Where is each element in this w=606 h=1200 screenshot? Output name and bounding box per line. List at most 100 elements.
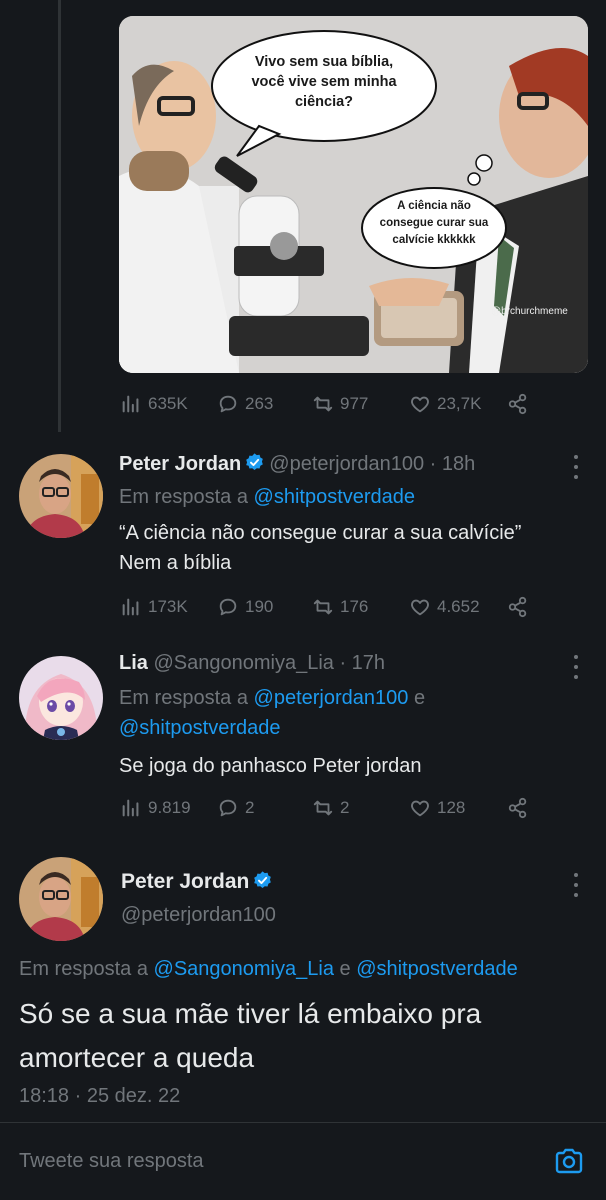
reply-button[interactable]: 263	[217, 393, 312, 415]
reply2-reply-conj: e	[413, 687, 426, 709]
reply2-header: Lia @Sangonomiya_Lia · 17h	[119, 652, 385, 675]
reply2-mention-2[interactable]: @shitpostverdade	[119, 713, 425, 743]
main-tweet-name[interactable]: Peter Jordan	[121, 870, 277, 894]
reply-icon	[219, 598, 237, 616]
reply2-reply-to: Em resposta a @peterjordan100 e @shitpos…	[119, 683, 425, 743]
views-count: 9.819	[148, 798, 191, 817]
camera-icon[interactable]	[553, 1145, 585, 1177]
reply-icon	[219, 395, 237, 413]
tweet-actions: 9.819 2 2 128	[120, 793, 540, 823]
bubble-thought-line-3: calvície kkkkkk	[392, 234, 476, 246]
reply1-text-line-1: “A ciência não consegue curar a sua calv…	[119, 522, 522, 544]
reply1-reply-to: Em resposta a @shitpostverdade	[119, 482, 415, 512]
more-icon[interactable]	[566, 455, 586, 479]
thread-line	[58, 0, 61, 432]
reply1-handle[interactable]: @peterjordan100	[269, 453, 424, 475]
like-icon	[411, 800, 429, 817]
verified-icon	[246, 453, 264, 470]
like-count: 128	[437, 798, 466, 817]
avatar-peter-jordan[interactable]	[19, 857, 103, 941]
share-icon	[508, 797, 527, 819]
main-tweet-timestamp[interactable]: 18:18 · 25 dez. 22	[19, 1085, 180, 1108]
reply-count: 2	[245, 798, 255, 817]
reply-button[interactable]: 2	[217, 797, 312, 819]
share-icon	[508, 596, 527, 618]
like-button[interactable]: 23,7K	[409, 393, 507, 415]
retweet-icon	[313, 396, 333, 412]
retweet-icon	[313, 599, 333, 615]
bubble-thought-line-1: A ciência não	[397, 200, 471, 212]
retweet-button[interactable]: 176	[312, 596, 409, 618]
main-tweet-reply-to: Em resposta a @Sangonomiya_Lia e @shitpo…	[19, 958, 518, 981]
main-reply-conj: e	[339, 958, 351, 980]
like-button[interactable]: 128	[409, 797, 507, 819]
tweet-actions: 173K 190 176 4.652	[120, 592, 540, 622]
reply1-reply-prefix: Em resposta a	[119, 486, 248, 508]
share-button[interactable]	[507, 797, 529, 819]
like-count: 23,7K	[437, 394, 482, 413]
like-count: 4.652	[437, 597, 480, 616]
reply-input[interactable]	[19, 1150, 499, 1173]
main-tweet-time: 18:18	[19, 1085, 70, 1107]
retweet-count: 977	[340, 394, 369, 413]
reply1-mention[interactable]: @shitpostverdade	[254, 486, 416, 508]
main-mention-1[interactable]: @Sangonomiya_Lia	[154, 958, 334, 980]
retweet-icon	[313, 800, 333, 816]
verified-icon	[254, 871, 272, 888]
reply1-time[interactable]: 18h	[442, 453, 475, 475]
main-tweet-date: 25 dez. 22	[86, 1085, 181, 1107]
reply1-text-line-2: Nem a bíblia	[119, 552, 232, 574]
more-icon[interactable]	[566, 873, 586, 897]
bubble-main-line-2: você vive sem minha	[251, 74, 397, 90]
reply-count: 263	[245, 394, 274, 413]
views-icon	[122, 395, 139, 413]
views-button[interactable]: 9.819	[120, 797, 217, 819]
main-mention-2[interactable]: @shitpostverdade	[356, 958, 518, 980]
reply-composer	[0, 1123, 606, 1200]
reply2-time[interactable]: 17h	[352, 652, 385, 674]
reply2-handle[interactable]: @Sangonomiya_Lia	[153, 652, 333, 674]
tweet-actions: 635K 263 977 23,7K	[120, 389, 540, 419]
share-button[interactable]	[507, 393, 529, 415]
main-tweet-name-text[interactable]: Peter Jordan	[121, 870, 249, 893]
main-tweet-time-sep: ·	[69, 1085, 87, 1107]
image-watermark: @brchurchmeme	[491, 306, 568, 317]
bubble-main-line-3: ciência?	[295, 94, 353, 110]
main-tweet-text: Só se a sua mãe tiver lá embaixo pra amo…	[19, 998, 482, 1073]
avatar-lia[interactable]	[19, 656, 103, 740]
like-icon	[411, 599, 429, 616]
reply2-mention-1[interactable]: @peterjordan100	[254, 687, 409, 709]
views-count: 635K	[148, 394, 188, 413]
reply2-reply-prefix: Em resposta a	[119, 687, 248, 709]
reply-button[interactable]: 190	[217, 596, 312, 618]
views-icon	[122, 598, 139, 616]
bubble-main-line-1: Vivo sem sua bíblia,	[255, 54, 393, 70]
share-button[interactable]	[507, 596, 529, 618]
reply1-header: Peter Jordan @peterjordan100 · 18h	[119, 452, 475, 476]
tweet-media-image[interactable]: Vivo sem sua bíblia, você vive sem minha…	[119, 16, 588, 373]
reply-count: 190	[245, 597, 274, 616]
retweet-button[interactable]: 2	[312, 797, 409, 819]
reply-icon	[219, 799, 237, 817]
avatar-peter-jordan[interactable]	[19, 454, 103, 538]
like-button[interactable]: 4.652	[409, 596, 507, 618]
reply1-separator: ·	[424, 453, 442, 475]
more-icon[interactable]	[566, 655, 586, 679]
like-icon	[411, 396, 429, 413]
reply1-text: “A ciência não consegue curar a sua calv…	[119, 518, 521, 578]
main-tweet-handle[interactable]: @peterjordan100	[121, 904, 276, 927]
main-reply-prefix: Em resposta a	[19, 958, 148, 980]
reply2-text: Se joga do panhasco Peter jordan	[119, 755, 422, 777]
reply2-name[interactable]: Lia	[119, 652, 148, 674]
views-count: 173K	[148, 597, 188, 616]
reply1-name[interactable]: Peter Jordan	[119, 453, 241, 475]
views-button[interactable]: 635K	[120, 393, 217, 415]
retweet-count: 176	[340, 597, 369, 616]
views-button[interactable]: 173K	[120, 596, 217, 618]
share-icon	[508, 393, 527, 415]
views-icon	[122, 799, 139, 817]
retweet-count: 2	[340, 798, 350, 817]
reply2-separator: ·	[333, 652, 352, 674]
bubble-thought-line-2: consegue curar sua	[380, 217, 489, 229]
retweet-button[interactable]: 977	[312, 393, 409, 415]
